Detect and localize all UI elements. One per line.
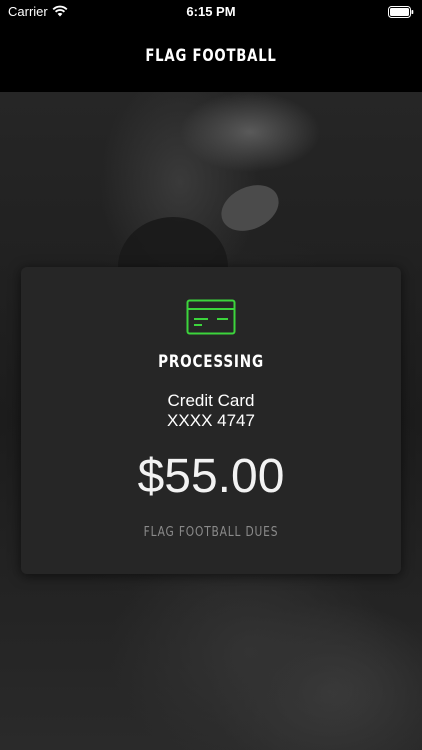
card-number: XXXX 4747 bbox=[167, 411, 255, 430]
payment-amount: $55.00 bbox=[137, 450, 285, 503]
credit-card-icon bbox=[186, 299, 236, 340]
football-shape bbox=[213, 176, 287, 240]
navigation-bar: FLAG FOOTBALL bbox=[0, 24, 422, 92]
page-title: FLAG FOOTBALL bbox=[145, 46, 277, 66]
battery-icon bbox=[388, 5, 414, 23]
payment-description: FLAG FOOTBALL DUES bbox=[143, 525, 279, 540]
clock: 6:15 PM bbox=[186, 4, 236, 19]
payment-status: PROCESSING bbox=[158, 352, 264, 372]
status-bar: Carrier 6:15 PM bbox=[0, 0, 422, 24]
payment-method: Credit Card bbox=[167, 391, 255, 410]
payment-card: PROCESSING Credit Card XXXX 4747 $55.00 … bbox=[21, 267, 401, 574]
